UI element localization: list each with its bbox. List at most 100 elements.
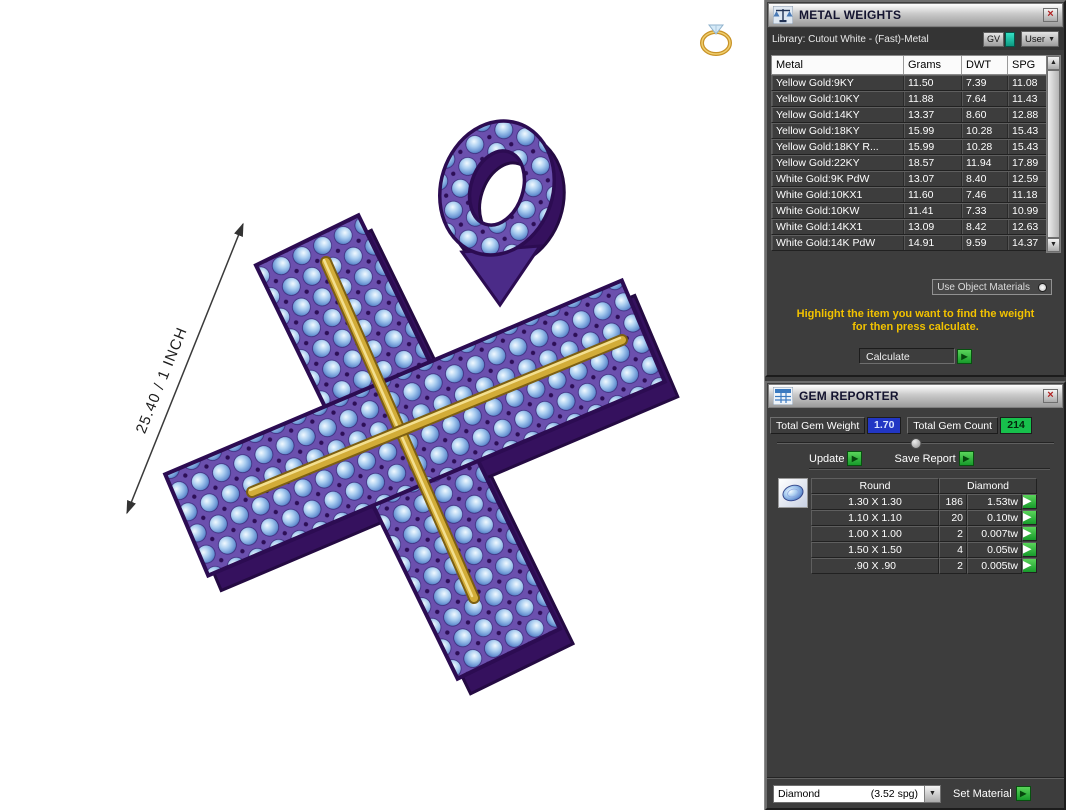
library-row: Library: Cutout White - (Fast)-Metal GV … xyxy=(767,28,1064,50)
metal-grams-cell: 11.41 xyxy=(904,204,962,218)
user-button[interactable]: User ▼ xyxy=(1021,31,1059,47)
metal-name-cell[interactable]: Yellow Gold:9KY xyxy=(772,76,904,90)
gem-size-cell[interactable]: .90 X .90 xyxy=(811,558,939,574)
set-material-go-icon[interactable]: ▶ xyxy=(1015,786,1031,801)
panel-divider xyxy=(775,437,1056,449)
metal-row[interactable]: Yellow Gold:9KY 11.50 7.39 11.08 xyxy=(771,75,1061,91)
calculate-go-icon[interactable]: ▶ xyxy=(957,348,972,364)
metal-grams-cell: 15.99 xyxy=(904,124,962,138)
gem-row[interactable]: 1.50 X 1.50 4 0.05tw ▶ xyxy=(811,542,1037,558)
collapse-handle[interactable] xyxy=(910,438,921,449)
user-button-label: User xyxy=(1025,33,1046,45)
calculate-button[interactable]: Calculate xyxy=(859,348,955,364)
gem-weight-cell: 1.53tw xyxy=(967,494,1022,510)
metal-name-cell[interactable]: White Gold:10KX1 xyxy=(772,188,904,202)
gem-row-go-icon[interactable]: ▶ xyxy=(1022,542,1037,557)
material-dropdown[interactable]: Diamond (3.52 spg) ▼ xyxy=(773,784,941,803)
material-dropdown-value: Diamond (3.52 spg) xyxy=(774,786,924,802)
metal-row[interactable]: White Gold:14KX1 13.09 8.42 12.63 xyxy=(771,219,1061,235)
library-label: Library: Cutout White - (Fast)-Metal xyxy=(772,33,929,45)
radio-icon[interactable] xyxy=(1038,282,1047,292)
gem-size-cell[interactable]: 1.30 X 1.30 xyxy=(811,494,939,510)
metal-name-cell[interactable]: Yellow Gold:14KY xyxy=(772,108,904,122)
gem-reporter-titlebar: GEM REPORTER × xyxy=(768,384,1063,408)
col-header-grams[interactable]: Grams xyxy=(904,56,962,74)
metal-dwt-cell: 11.94 xyxy=(962,156,1008,170)
metal-dwt-cell: 9.59 xyxy=(962,236,1008,250)
gem-size-cell[interactable]: 1.50 X 1.50 xyxy=(811,542,939,558)
save-report-button[interactable]: Save Report xyxy=(894,453,955,465)
gem-row-go-icon[interactable]: ▶ xyxy=(1022,510,1037,525)
gv-button[interactable]: GV xyxy=(982,31,1004,47)
gem-row[interactable]: .90 X .90 2 0.005tw ▶ xyxy=(811,558,1037,574)
metal-name-cell[interactable]: White Gold:10KW xyxy=(772,204,904,218)
metal-table: Metal Grams DWT SPG Yellow Gold:9KY 11.5… xyxy=(771,55,1061,253)
scroll-thumb[interactable] xyxy=(1047,70,1060,238)
col-header-dwt[interactable]: DWT xyxy=(962,56,1008,74)
gem-row[interactable]: 1.30 X 1.30 186 1.53tw ▶ xyxy=(811,494,1037,510)
gem-weight-cell: 0.007tw xyxy=(967,526,1022,542)
gem-table-area: Round Diamond 1.30 X 1.30 186 1.53tw ▶ 1… xyxy=(778,478,1064,574)
metal-row[interactable]: Yellow Gold:10KY 11.88 7.64 11.43 xyxy=(771,91,1061,107)
pendant-bail xyxy=(438,119,556,257)
metal-row[interactable]: White Gold:14K PdW 14.91 9.59 14.37 xyxy=(771,235,1061,251)
close-icon[interactable]: × xyxy=(1043,389,1058,403)
set-material-button[interactable]: Set Material xyxy=(953,788,1012,800)
gv-indicator[interactable] xyxy=(1005,31,1015,47)
gem-count-cell: 186 xyxy=(939,494,967,510)
gem-size-cell[interactable]: 1.00 X 1.00 xyxy=(811,526,939,542)
metal-table-scrollbar[interactable]: ▲ ▼ xyxy=(1046,55,1061,253)
metal-row[interactable]: White Gold:10KX1 11.60 7.46 11.18 xyxy=(771,187,1061,203)
gem-row[interactable]: 1.00 X 1.00 2 0.007tw ▶ xyxy=(811,526,1037,542)
metal-dwt-cell: 7.33 xyxy=(962,204,1008,218)
update-go-icon[interactable]: ▶ xyxy=(847,451,863,466)
scroll-up-icon[interactable]: ▲ xyxy=(1047,56,1060,70)
gem-row-go-icon[interactable]: ▶ xyxy=(1022,494,1037,509)
use-object-materials-dropdown[interactable]: Use Object Materials xyxy=(932,279,1052,295)
pendant-render: 25.40 / 1 INCH xyxy=(126,24,732,696)
metal-name-cell[interactable]: Yellow Gold:22KY xyxy=(772,156,904,170)
material-header[interactable]: Diamond xyxy=(939,478,1037,494)
metal-name-cell[interactable]: Yellow Gold:18KY R... xyxy=(772,140,904,154)
metal-dwt-cell: 8.40 xyxy=(962,172,1008,186)
gem-row[interactable]: 1.10 X 1.10 20 0.10tw ▶ xyxy=(811,510,1037,526)
chevron-down-icon[interactable]: ▼ xyxy=(924,785,940,802)
metal-name-cell[interactable]: Yellow Gold:10KY xyxy=(772,92,904,106)
3d-viewport[interactable]: 25.40 / 1 INCH xyxy=(0,0,764,810)
calculate-row: Calculate ▶ xyxy=(767,348,1064,364)
dimension-label: 25.40 / 1 INCH xyxy=(133,325,191,436)
metal-name-cell[interactable]: White Gold:9K PdW xyxy=(772,172,904,186)
gem-weight-cell: 0.005tw xyxy=(967,558,1022,574)
use-object-materials-row: Use Object Materials xyxy=(767,279,1052,295)
metal-row[interactable]: White Gold:10KW 11.41 7.33 10.99 xyxy=(771,203,1061,219)
gem-weight-cell: 0.10tw xyxy=(967,510,1022,526)
gem-row-go-icon[interactable]: ▶ xyxy=(1022,526,1037,541)
side-panel-column: METAL WEIGHTS × Library: Cutout White - … xyxy=(764,0,1066,810)
update-button[interactable]: Update xyxy=(809,453,844,465)
metal-name-cell[interactable]: Yellow Gold:18KY xyxy=(772,124,904,138)
material-name: Diamond xyxy=(778,787,821,800)
shape-header[interactable]: Round xyxy=(811,478,939,494)
metal-row[interactable]: White Gold:9K PdW 13.07 8.40 12.59 xyxy=(771,171,1061,187)
metal-dwt-cell: 8.60 xyxy=(962,108,1008,122)
app-window: 25.40 / 1 INCH METAL WEIGHTS × Library: … xyxy=(0,0,1066,810)
metal-dwt-cell: 10.28 xyxy=(962,124,1008,138)
metal-grams-cell: 11.60 xyxy=(904,188,962,202)
metal-row[interactable]: Yellow Gold:14KY 13.37 8.60 12.88 xyxy=(771,107,1061,123)
report-grid-icon xyxy=(773,387,793,405)
material-spg: (3.52 spg) xyxy=(870,787,918,800)
metal-row[interactable]: Yellow Gold:18KY R... 15.99 10.28 15.43 xyxy=(771,139,1061,155)
save-report-go-icon[interactable]: ▶ xyxy=(958,451,974,466)
metal-dwt-cell: 7.39 xyxy=(962,76,1008,90)
metal-row[interactable]: Yellow Gold:22KY 18.57 11.94 17.89 xyxy=(771,155,1061,171)
ring-icon xyxy=(700,24,732,56)
metal-grams-cell: 11.88 xyxy=(904,92,962,106)
close-icon[interactable]: × xyxy=(1043,8,1058,22)
metal-name-cell[interactable]: White Gold:14K PdW xyxy=(772,236,904,250)
scroll-down-icon[interactable]: ▼ xyxy=(1047,238,1060,252)
gem-row-go-icon[interactable]: ▶ xyxy=(1022,558,1037,573)
metal-row[interactable]: Yellow Gold:18KY 15.99 10.28 15.43 xyxy=(771,123,1061,139)
gem-size-cell[interactable]: 1.10 X 1.10 xyxy=(811,510,939,526)
col-header-metal[interactable]: Metal xyxy=(772,56,904,74)
metal-name-cell[interactable]: White Gold:14KX1 xyxy=(772,220,904,234)
